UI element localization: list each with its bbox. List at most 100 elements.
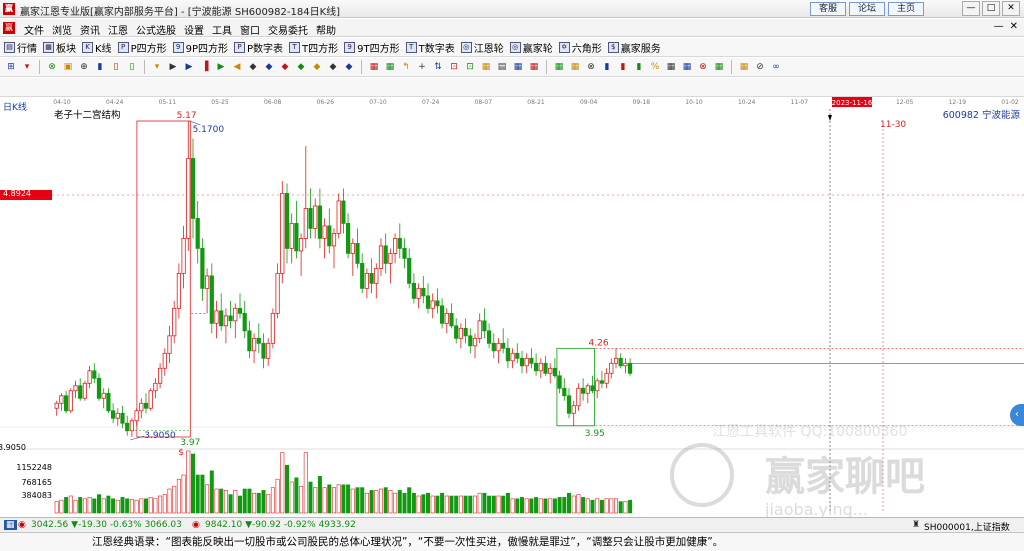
tool-icon-40[interactable]: ▦: [680, 60, 694, 74]
tool-icon-0[interactable]: ⊞: [4, 60, 18, 74]
toolbar-item-9[interactable]: ◎ 江恩轮: [460, 40, 504, 55]
tool-icon-24[interactable]: +: [415, 60, 429, 74]
forum-link[interactable]: 论坛: [849, 2, 886, 16]
tool-icon-26[interactable]: ⊡: [447, 60, 461, 74]
tool-icon-17[interactable]: ◆: [294, 60, 308, 74]
tool-icon-12[interactable]: ▶: [214, 60, 228, 74]
child-minimize-button[interactable]: —: [994, 21, 1004, 32]
minimize-button[interactable]: —: [962, 1, 980, 16]
toolbar-item-10[interactable]: ◎ 赢家轮: [509, 40, 553, 55]
menu-tools[interactable]: 工具: [208, 22, 236, 37]
tool-icon-29[interactable]: ▤: [495, 60, 509, 74]
tool-icon-23[interactable]: ↰: [399, 60, 413, 74]
tool-icon-39[interactable]: ▦: [664, 60, 678, 74]
title-bar: 赢 赢家江恩专业版[赢家内部服务平台] - [宁波能源 SH600982-184…: [0, 0, 1024, 18]
tool-icon-3[interactable]: ▣: [61, 60, 75, 74]
tool-icon-25[interactable]: ⇅: [431, 60, 445, 74]
menu-help[interactable]: 帮助: [312, 22, 340, 37]
toolbar-item-11[interactable]: ✡ 六角形: [558, 40, 602, 55]
menu-formula[interactable]: 公式选股: [132, 22, 180, 37]
menu-gann[interactable]: 江恩: [104, 22, 132, 37]
toolbar-item-0[interactable]: ▤ 行情: [4, 40, 37, 55]
candle-body: [64, 395, 69, 412]
candle-body: [251, 337, 257, 352]
tool-icon-13[interactable]: ◀: [230, 60, 244, 74]
tool-icon-34[interactable]: ⊗: [584, 60, 598, 74]
tool-icon-11[interactable]: ▐: [198, 60, 212, 74]
tool-icon-19[interactable]: ◆: [326, 60, 340, 74]
menu-window[interactable]: 窗口: [236, 22, 264, 37]
tool-icon-6[interactable]: ▯: [109, 60, 123, 74]
volume-bar: [162, 494, 167, 514]
tool-icon-27[interactable]: ⊡: [463, 60, 477, 74]
home-link[interactable]: 主页: [888, 2, 925, 16]
tool-icon-7[interactable]: ▯: [125, 60, 139, 74]
tool-icon-1[interactable]: ▾: [20, 60, 34, 74]
tool-icon-18[interactable]: ◆: [310, 60, 324, 74]
toolbar-item-12[interactable]: $ 赢家服务: [607, 40, 661, 55]
child-close-button[interactable]: ✕: [1010, 21, 1018, 32]
maximize-button[interactable]: □: [982, 1, 1000, 16]
tool-icon-43[interactable]: ▦: [737, 60, 751, 74]
toolbar-item-6[interactable]: T T四方形: [289, 40, 338, 55]
toolbar-item-icon: ◎: [460, 41, 472, 53]
kline-chart[interactable]: 04-10 04-24 05-11 05-25 06-08 06-26 07-10 07-24…: [0, 97, 1024, 517]
candle-body: [284, 193, 290, 249]
tool-icon-45[interactable]: ∞: [769, 60, 783, 74]
sh-index-quote[interactable]: 3042.56 ▼-19.30 -0.63% 3066.03: [31, 520, 182, 530]
tool-icon-2[interactable]: ⊗: [45, 60, 59, 74]
tool-icon-21[interactable]: ▦: [367, 60, 381, 74]
menu-settings[interactable]: 设置: [180, 22, 208, 37]
tool-icon-42[interactable]: ▦: [712, 60, 726, 74]
toolbar-item-1[interactable]: ▦ 板块: [43, 40, 76, 55]
toolbar-item-8[interactable]: T T数字表: [405, 40, 455, 55]
candle-body: [430, 300, 435, 309]
tool-icon-20[interactable]: ◆: [342, 60, 356, 74]
sz-index-quote[interactable]: 9842.10 ▼-90.92 -0.92% 4933.92: [205, 520, 356, 530]
menu-browse[interactable]: 浏览: [48, 22, 76, 37]
volume-bar: [618, 501, 623, 514]
volume-bar: [322, 487, 327, 514]
volume-bar: [472, 495, 477, 514]
tool-icon-36[interactable]: ▮: [616, 60, 630, 74]
tool-icon-41[interactable]: ⊗: [696, 60, 710, 74]
volume-bar: [172, 485, 177, 514]
tool-icon-28[interactable]: ▦: [479, 60, 493, 74]
tool-icon-33[interactable]: ▦: [568, 60, 582, 74]
toolbar-item-5[interactable]: P P数字表: [234, 40, 283, 55]
tool-icon-32[interactable]: ▦: [552, 60, 566, 74]
volume-bar: [144, 498, 149, 514]
tool-icon-4[interactable]: ⊕: [77, 60, 91, 74]
tool-icon-16[interactable]: ◆: [278, 60, 292, 74]
service-link[interactable]: 客服: [810, 2, 847, 16]
tool-icon-22[interactable]: ▦: [383, 60, 397, 74]
tool-icon-35[interactable]: ▮: [600, 60, 614, 74]
volume-bar: [562, 497, 567, 514]
tool-icon-37[interactable]: ▮: [632, 60, 646, 74]
tool-icon-31[interactable]: ▦: [527, 60, 541, 74]
toolbar-item-7[interactable]: 9 9T四方形: [344, 40, 400, 55]
annotations: 5.17 5.1700 3.9050 3.97$4.26 3.95 11-30 4.8924…: [0, 111, 906, 500]
tool-icon-30[interactable]: ▦: [511, 60, 525, 74]
toolbar-item-4[interactable]: 9 9P四方形: [172, 40, 228, 55]
menu-info[interactable]: 资讯: [76, 22, 104, 37]
tool-icon-44[interactable]: ⊘: [753, 60, 767, 74]
tool-icon-15[interactable]: ◆: [262, 60, 276, 74]
tool-icon-14[interactable]: ◆: [246, 60, 260, 74]
index-grid-icon[interactable]: ▦: [4, 520, 17, 530]
toolbar-item-3[interactable]: P P四方形: [117, 40, 167, 55]
volume-bar: [261, 490, 266, 514]
date-tick: 09-18: [633, 99, 651, 106]
candle-body: [190, 158, 196, 219]
volume-bar: [270, 487, 275, 514]
menu-trade[interactable]: 交易委托: [264, 22, 312, 37]
menu-file[interactable]: 文件: [20, 22, 48, 37]
toolbar-item-2[interactable]: K K线: [82, 40, 112, 55]
toolbar-item-icon: P: [117, 41, 129, 53]
tool-icon-38[interactable]: %: [648, 60, 662, 74]
tool-icon-9[interactable]: ▶: [166, 60, 180, 74]
close-button[interactable]: ✕: [1002, 1, 1020, 16]
tool-icon-10[interactable]: ▶: [182, 60, 196, 74]
tool-icon-5[interactable]: ▮: [93, 60, 107, 74]
tool-icon-8[interactable]: ▾: [150, 60, 164, 74]
